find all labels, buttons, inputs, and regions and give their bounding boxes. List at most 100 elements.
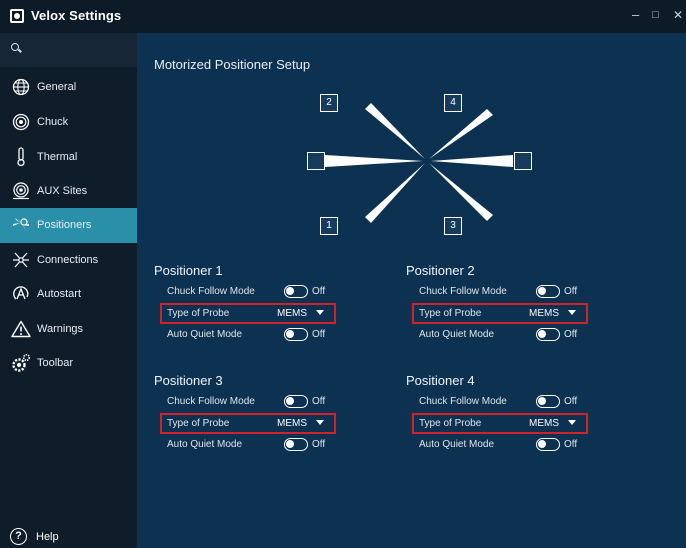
probe-type-value: MEMS — [277, 308, 307, 319]
probe-type-label: Type of Probe — [167, 418, 230, 429]
sidebar-item-general[interactable]: General — [0, 70, 137, 105]
chuck-follow-label: Chuck Follow Mode — [419, 396, 507, 407]
auto-quiet-toggle[interactable] — [536, 438, 560, 451]
auto-quiet-value: Off — [312, 329, 326, 340]
auto-quiet-toggle[interactable] — [536, 328, 560, 341]
chuck-follow-row: Chuck Follow Mode Off — [160, 392, 336, 412]
connections-icon — [11, 250, 31, 270]
help-label: Help — [36, 531, 59, 543]
positioner-diagram: 2 4 1 3 — [307, 91, 537, 241]
chuck-follow-value: Off — [564, 396, 578, 407]
app-logo-icon — [10, 9, 24, 23]
warning-icon — [11, 319, 31, 339]
chuck-follow-row: Chuck Follow Mode Off — [412, 392, 588, 412]
auto-quiet-label: Auto Quiet Mode — [419, 329, 495, 340]
sidebar-item-label: General — [37, 81, 77, 93]
chevron-down-icon — [316, 310, 324, 315]
positioner-2-marker: 2 — [320, 94, 338, 112]
autostart-icon — [11, 284, 31, 304]
chuck-follow-toggle[interactable] — [536, 395, 560, 408]
sidebar: General Chuck Thermal AUX Sites Position… — [0, 33, 137, 548]
sidebar-item-label: Autostart — [37, 288, 82, 300]
chuck-follow-value: Off — [564, 286, 578, 297]
auto-quiet-label: Auto Quiet Mode — [419, 439, 495, 450]
probe-type-row: Type of Probe MEMS — [160, 413, 336, 434]
auto-quiet-row: Auto Quiet Mode Off — [412, 435, 588, 455]
sidebar-item-toolbar[interactable]: Toolbar — [0, 346, 137, 381]
auto-quiet-label: Auto Quiet Mode — [167, 329, 243, 340]
probe-type-value: MEMS — [277, 418, 307, 429]
sidebar-item-label: Chuck — [37, 116, 69, 128]
positioner-title: Positioner 3 — [154, 373, 223, 388]
probe-type-row: Type of Probe MEMS — [412, 413, 588, 434]
chuck-follow-row: Chuck Follow Mode Off — [412, 282, 588, 302]
sidebar-item-label: Thermal — [37, 151, 78, 163]
sidebar-search[interactable] — [0, 33, 137, 67]
sidebar-item-label: Warnings — [37, 323, 84, 335]
left-positioner-marker — [307, 152, 325, 170]
close-button[interactable]: ✕ — [673, 8, 683, 22]
probe-type-value: MEMS — [529, 308, 559, 319]
sidebar-item-label: Toolbar — [37, 357, 74, 369]
probe-type-label: Type of Probe — [167, 308, 230, 319]
app-title: Velox Settings — [31, 8, 122, 23]
auto-quiet-value: Off — [564, 439, 578, 450]
auto-quiet-value: Off — [564, 329, 578, 340]
thermometer-icon — [11, 147, 31, 167]
chuck-follow-label: Chuck Follow Mode — [167, 286, 255, 297]
maximize-button[interactable]: □ — [652, 8, 659, 22]
positioner-title: Positioner 1 — [154, 263, 223, 278]
auto-quiet-value: Off — [312, 439, 326, 450]
search-icon[interactable] — [11, 43, 19, 51]
auto-quiet-row: Auto Quiet Mode Off — [160, 435, 336, 455]
toolbar-gear-icon — [11, 353, 31, 373]
sidebar-item-positioners[interactable]: Positioners — [0, 208, 137, 243]
chuck-follow-value: Off — [312, 286, 326, 297]
sidebar-item-aux-sites[interactable]: AUX Sites — [0, 174, 137, 209]
probe-type-label: Type of Probe — [419, 418, 482, 429]
chuck-follow-value: Off — [312, 396, 326, 407]
chuck-follow-toggle[interactable] — [284, 285, 308, 298]
target-icon — [11, 112, 31, 132]
auto-quiet-row: Auto Quiet Mode Off — [412, 325, 588, 345]
positioner-title: Positioner 4 — [406, 373, 475, 388]
title-bar: Velox Settings – □ ✕ — [0, 0, 686, 33]
auto-quiet-row: Auto Quiet Mode Off — [160, 325, 336, 345]
chevron-down-icon — [568, 420, 576, 425]
chuck-follow-toggle[interactable] — [284, 395, 308, 408]
sidebar-item-chuck[interactable]: Chuck — [0, 105, 137, 140]
sidebar-item-label: Positioners — [37, 219, 92, 231]
chevron-down-icon — [316, 420, 324, 425]
sidebar-item-warnings[interactable]: Warnings — [0, 312, 137, 347]
probe-type-row: Type of Probe MEMS — [412, 303, 588, 324]
help-icon: ? — [10, 528, 27, 545]
chuck-follow-label: Chuck Follow Mode — [167, 396, 255, 407]
positioner-title: Positioner 2 — [406, 263, 475, 278]
right-positioner-marker — [514, 152, 532, 170]
probe-type-value: MEMS — [529, 418, 559, 429]
help-button[interactable]: ? Help — [0, 523, 137, 548]
auto-quiet-toggle[interactable] — [284, 328, 308, 341]
probe-needles — [325, 103, 513, 223]
probe-type-row: Type of Probe MEMS — [160, 303, 336, 324]
chevron-down-icon — [568, 310, 576, 315]
sidebar-item-autostart[interactable]: Autostart — [0, 277, 137, 312]
minimize-button[interactable]: – — [632, 8, 639, 22]
probe-type-label: Type of Probe — [419, 308, 482, 319]
positioner-1-marker: 1 — [320, 217, 338, 235]
positioners-icon — [11, 215, 31, 235]
page-title: Motorized Positioner Setup — [154, 57, 311, 72]
sidebar-item-connections[interactable]: Connections — [0, 243, 137, 278]
sidebar-item-thermal[interactable]: Thermal — [0, 140, 137, 175]
aux-sites-icon — [11, 181, 31, 201]
sidebar-item-label: Connections — [37, 254, 99, 266]
chuck-follow-row: Chuck Follow Mode Off — [160, 282, 336, 302]
auto-quiet-toggle[interactable] — [284, 438, 308, 451]
globe-icon — [11, 77, 31, 97]
auto-quiet-label: Auto Quiet Mode — [167, 439, 243, 450]
chuck-follow-toggle[interactable] — [536, 285, 560, 298]
positioner-3-marker: 3 — [444, 217, 462, 235]
chuck-follow-label: Chuck Follow Mode — [419, 286, 507, 297]
main-panel: Motorized Positioner Setup 2 4 1 3 Posit… — [137, 33, 686, 548]
positioner-4-marker: 4 — [444, 94, 462, 112]
